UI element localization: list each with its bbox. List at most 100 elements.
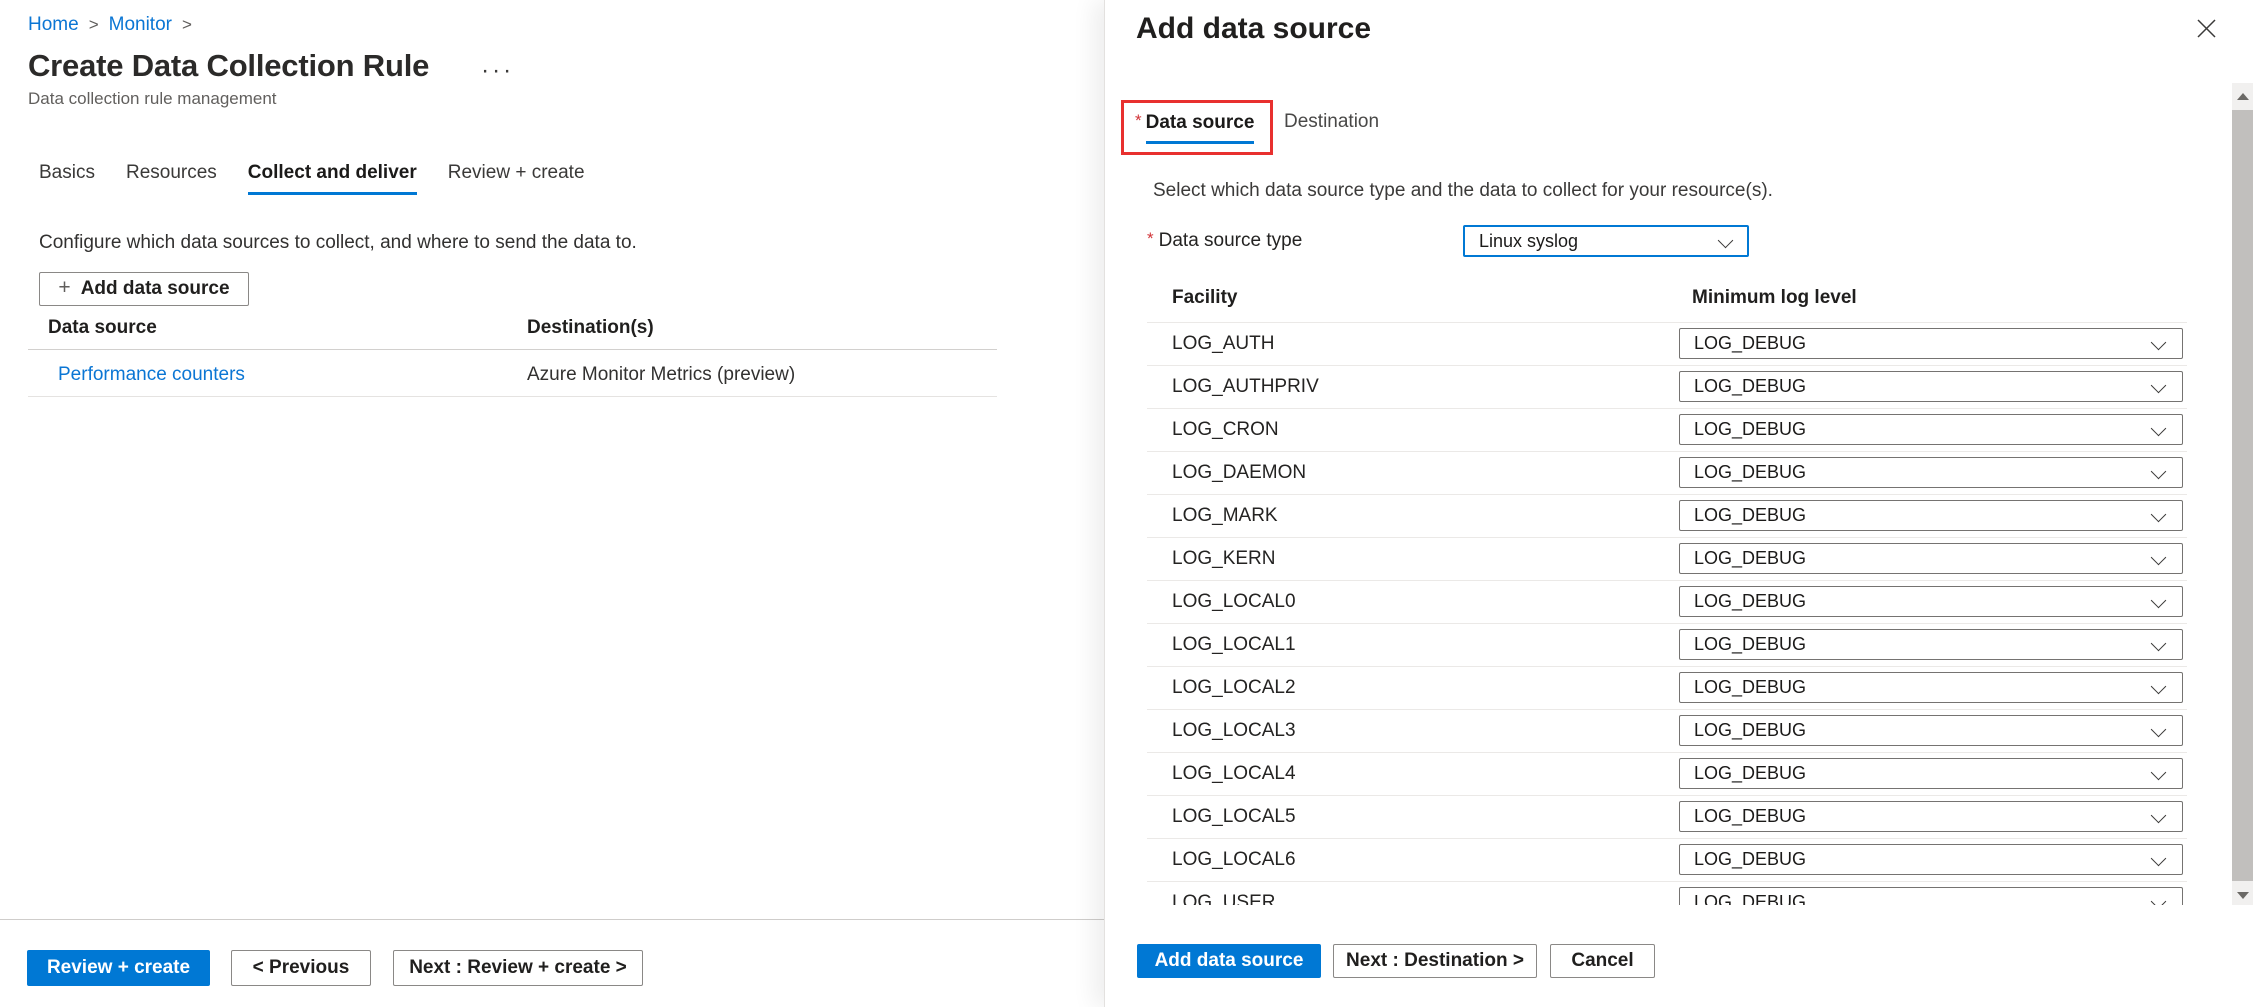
table-row-divider xyxy=(28,396,997,397)
facility-label: LOG_AUTHPRIV xyxy=(1172,365,1319,408)
facility-row: LOG_AUTH LOG_DEBUG xyxy=(1105,322,2255,365)
data-source-type-select[interactable]: Linux syslog xyxy=(1463,225,1749,257)
close-button[interactable] xyxy=(2190,12,2222,44)
log-level-select[interactable]: LOG_DEBUG xyxy=(1679,887,2183,905)
facility-label: LOG_LOCAL6 xyxy=(1172,838,1296,881)
log-level-select[interactable]: LOG_DEBUG xyxy=(1679,586,2183,617)
facility-row: LOG_CRON LOG_DEBUG xyxy=(1105,408,2255,451)
log-level-select[interactable]: LOG_DEBUG xyxy=(1679,500,2183,531)
log-level-value: LOG_DEBUG xyxy=(1694,630,1806,659)
previous-button[interactable]: < Previous xyxy=(231,950,371,986)
tab-review-create[interactable]: Review + create xyxy=(448,162,585,195)
next-review-create-button[interactable]: Next : Review + create > xyxy=(393,950,643,986)
chevron-down-icon xyxy=(2151,765,2167,781)
chevron-down-icon xyxy=(2151,894,2167,905)
facility-row: LOG_LOCAL6 LOG_DEBUG xyxy=(1105,838,2255,881)
facility-column-header: Facility xyxy=(1172,287,1237,309)
scroll-up-icon xyxy=(2237,93,2249,100)
scroll-up-button[interactable] xyxy=(2232,83,2253,109)
log-level-value: LOG_DEBUG xyxy=(1694,544,1806,573)
required-asterisk: * xyxy=(1135,111,1142,130)
row-divider xyxy=(1147,408,2187,409)
chevron-down-icon xyxy=(2151,851,2167,867)
facility-label: LOG_AUTH xyxy=(1172,322,1274,365)
data-source-type-label: *Data source type xyxy=(1147,229,1302,252)
panel-footer: Add data source Next : Destination > Can… xyxy=(1105,905,2255,1007)
facility-label: LOG_MARK xyxy=(1172,494,1278,537)
table-header-divider xyxy=(28,349,997,350)
facility-label: LOG_USER xyxy=(1172,881,1275,905)
more-menu-icon[interactable]: ··· xyxy=(481,66,514,76)
log-level-select[interactable]: LOG_DEBUG xyxy=(1679,371,2183,402)
required-asterisk: * xyxy=(1147,229,1154,248)
log-level-select[interactable]: LOG_DEBUG xyxy=(1679,629,2183,660)
log-level-select[interactable]: LOG_DEBUG xyxy=(1679,414,2183,445)
log-level-value: LOG_DEBUG xyxy=(1694,716,1806,745)
panel-tab-destination[interactable]: Destination xyxy=(1284,111,1379,133)
scroll-down-icon xyxy=(2237,892,2249,899)
page-title: Create Data Collection Rule xyxy=(28,48,429,84)
footer-divider xyxy=(0,919,1104,920)
log-level-select[interactable]: LOG_DEBUG xyxy=(1679,801,2183,832)
facility-label: LOG_LOCAL4 xyxy=(1172,752,1296,795)
add-data-source-panel: Add data source *Data source Destination… xyxy=(1104,0,2255,1007)
data-source-type-value: Linux syslog xyxy=(1479,227,1578,255)
facility-label: LOG_LOCAL5 xyxy=(1172,795,1296,838)
row-divider xyxy=(1147,752,2187,753)
breadcrumb-separator-icon: > xyxy=(182,15,192,35)
log-level-select[interactable]: LOG_DEBUG xyxy=(1679,328,2183,359)
log-level-value: LOG_DEBUG xyxy=(1694,587,1806,616)
facility-row: LOG_LOCAL5 LOG_DEBUG xyxy=(1105,795,2255,838)
row-divider xyxy=(1147,709,2187,710)
log-level-value: LOG_DEBUG xyxy=(1694,802,1806,831)
panel-tab-data-source[interactable]: *Data source xyxy=(1135,111,1254,144)
facility-label: LOG_DAEMON xyxy=(1172,451,1306,494)
log-level-value: LOG_DEBUG xyxy=(1694,372,1806,401)
facility-row: LOG_LOCAL1 LOG_DEBUG xyxy=(1105,623,2255,666)
min-log-level-column-header: Minimum log level xyxy=(1692,287,1857,309)
add-data-source-button[interactable]: + Add data source xyxy=(39,272,249,306)
row-divider xyxy=(1147,494,2187,495)
facility-row: LOG_DAEMON LOG_DEBUG xyxy=(1105,451,2255,494)
panel-add-data-source-button[interactable]: Add data source xyxy=(1137,944,1321,978)
panel-cancel-button[interactable]: Cancel xyxy=(1550,944,1655,978)
close-icon xyxy=(2196,18,2217,39)
chevron-down-icon xyxy=(2151,507,2167,523)
chevron-down-icon xyxy=(2151,679,2167,695)
breadcrumb-separator-icon: > xyxy=(89,15,99,35)
tab-collect-and-deliver[interactable]: Collect and deliver xyxy=(248,162,417,195)
page-subtitle: Data collection rule management xyxy=(28,89,277,109)
breadcrumb-home-link[interactable]: Home xyxy=(28,14,79,36)
log-level-value: LOG_DEBUG xyxy=(1694,673,1806,702)
facility-row: LOG_AUTHPRIV LOG_DEBUG xyxy=(1105,365,2255,408)
log-level-value: LOG_DEBUG xyxy=(1694,415,1806,444)
row-divider xyxy=(1147,623,2187,624)
facility-label: LOG_LOCAL2 xyxy=(1172,666,1296,709)
facility-label: LOG_LOCAL0 xyxy=(1172,580,1296,623)
panel-tab-data-source-label: Data source xyxy=(1146,112,1255,144)
log-level-value: LOG_DEBUG xyxy=(1694,888,1806,905)
tab-basics[interactable]: Basics xyxy=(39,162,95,195)
chevron-down-icon xyxy=(2151,808,2167,824)
chevron-down-icon xyxy=(2151,593,2167,609)
tab-resources[interactable]: Resources xyxy=(126,162,217,195)
breadcrumb-monitor-link[interactable]: Monitor xyxy=(109,14,172,36)
facility-label: LOG_LOCAL1 xyxy=(1172,623,1296,666)
log-level-select[interactable]: LOG_DEBUG xyxy=(1679,457,2183,488)
facility-label: LOG_CRON xyxy=(1172,408,1279,451)
facility-rows: LOG_AUTH LOG_DEBUG LOG_AUTHPRIV LOG_DEBU… xyxy=(1105,322,2255,905)
performance-counters-link[interactable]: Performance counters xyxy=(58,364,245,386)
log-level-select[interactable]: LOG_DEBUG xyxy=(1679,672,2183,703)
log-level-select[interactable]: LOG_DEBUG xyxy=(1679,844,2183,875)
facility-row: LOG_LOCAL3 LOG_DEBUG xyxy=(1105,709,2255,752)
log-level-value: LOG_DEBUG xyxy=(1694,458,1806,487)
scrollbar[interactable] xyxy=(2232,83,2253,908)
log-level-select[interactable]: LOG_DEBUG xyxy=(1679,715,2183,746)
log-level-select[interactable]: LOG_DEBUG xyxy=(1679,758,2183,789)
review-create-button[interactable]: Review + create xyxy=(27,950,210,986)
page-description: Configure which data sources to collect,… xyxy=(39,232,637,254)
log-level-select[interactable]: LOG_DEBUG xyxy=(1679,543,2183,574)
panel-next-destination-button[interactable]: Next : Destination > xyxy=(1333,944,1537,978)
chevron-down-icon xyxy=(2151,722,2167,738)
scrollbar-thumb[interactable] xyxy=(2232,110,2253,881)
